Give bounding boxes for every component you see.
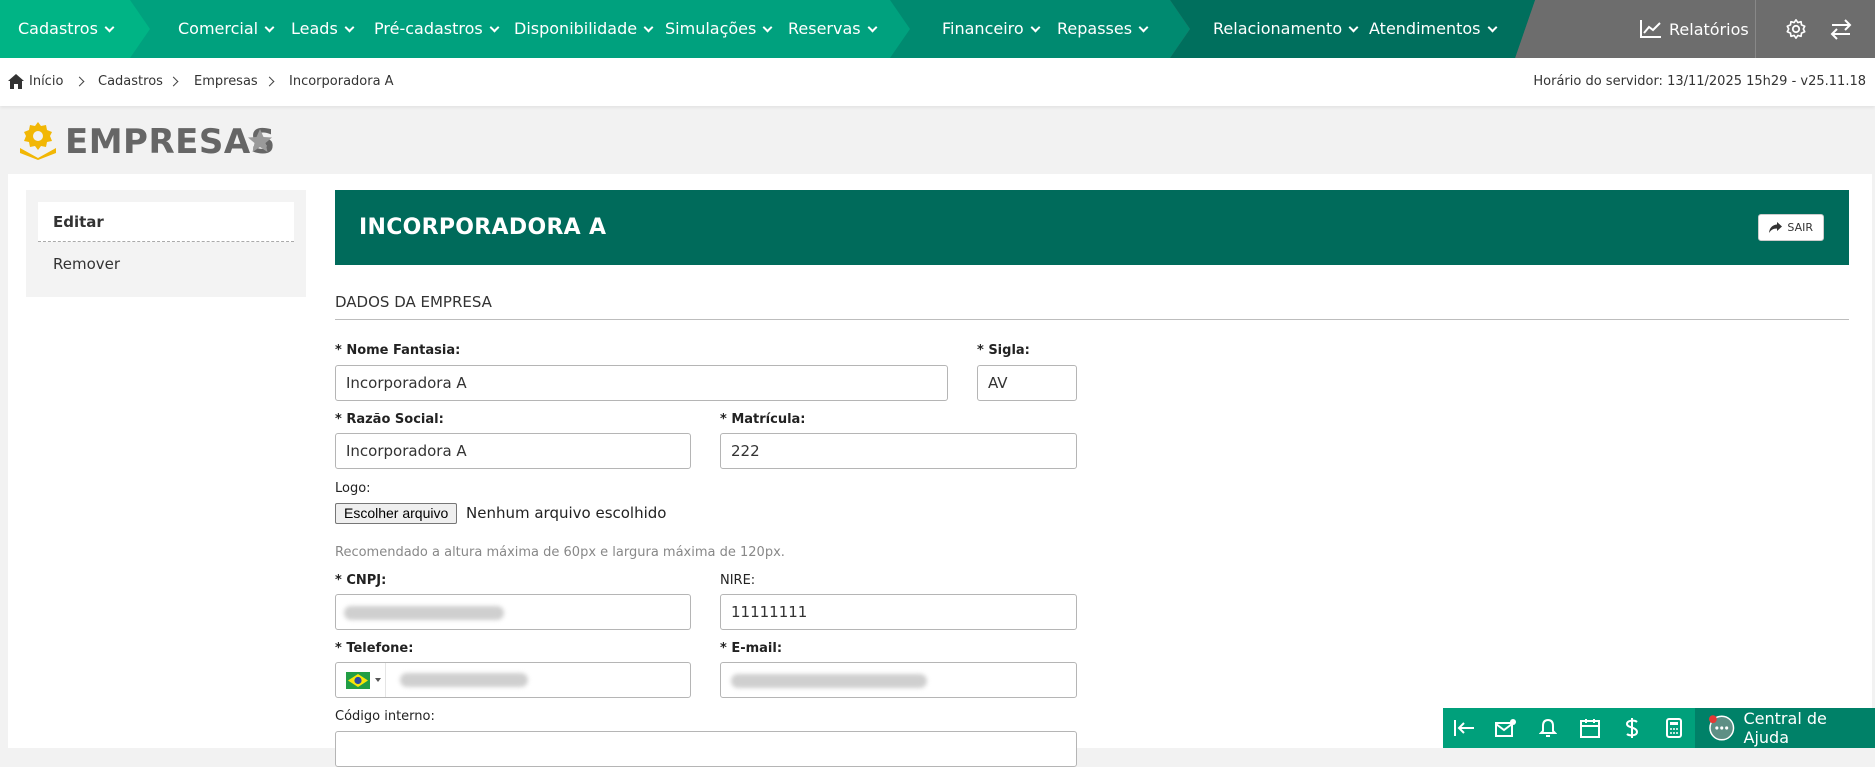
help-center-button[interactable]: Central de Ajuda: [1695, 708, 1875, 748]
switch-button[interactable]: [1830, 0, 1852, 58]
help-center-label: Central de Ajuda: [1744, 709, 1875, 747]
nav-cadastros[interactable]: Cadastros: [18, 0, 113, 58]
razao-social-label: * Razão Social:: [335, 412, 444, 427]
share-arrow-icon: [1769, 222, 1782, 233]
nav-simulacoes[interactable]: Simulações: [665, 0, 771, 58]
nav-background: [0, 0, 1875, 58]
settings-button[interactable]: [1785, 0, 1807, 58]
top-navigation: Cadastros Comercial Leads Pré-cadastros …: [0, 0, 1875, 58]
redacted-value: [344, 606, 504, 620]
telefone-label: * Telefone:: [335, 641, 413, 656]
dollar-icon: [1625, 717, 1639, 739]
nav-disponibilidade[interactable]: Disponibilidade: [514, 0, 652, 58]
notifications-button[interactable]: [1527, 708, 1569, 748]
chevron-right-icon: [169, 77, 179, 87]
collapse-left-icon: [1453, 719, 1475, 737]
nav-leads[interactable]: Leads: [291, 0, 353, 58]
redacted-value: [731, 674, 927, 688]
section-divider: [335, 319, 1849, 320]
email-input[interactable]: [720, 662, 1077, 698]
star-icon[interactable]: [247, 128, 273, 153]
logo-hint: Recomendado a altura máxima de 60px e la…: [335, 545, 785, 560]
email-label: * E-mail:: [720, 641, 782, 656]
sigla-input[interactable]: [977, 365, 1077, 401]
exit-button[interactable]: SAIR: [1758, 214, 1824, 241]
company-gear-icon: [18, 120, 58, 160]
chart-line-icon: [1640, 19, 1662, 39]
section-title: DADOS DA EMPRESA: [335, 293, 492, 311]
cnpj-input[interactable]: [335, 594, 691, 630]
logo-label: Logo:: [335, 481, 371, 496]
codigo-interno-input[interactable]: [335, 731, 1077, 767]
nav-comercial[interactable]: Comercial: [178, 0, 273, 58]
sidebar-item-editar[interactable]: Editar: [38, 202, 294, 242]
file-status: Nenhum arquivo escolhido: [466, 503, 666, 524]
matricula-label: * Matrícula:: [720, 412, 806, 427]
bell-icon: [1539, 718, 1557, 738]
breadcrumb-empresas[interactable]: Empresas: [194, 58, 258, 106]
calendar-icon: [1580, 718, 1600, 738]
server-time: Horário do servidor: 13/11/2025 15h29 - …: [1533, 58, 1866, 106]
nire-label: NIRE:: [720, 573, 755, 588]
financial-button[interactable]: [1611, 708, 1653, 748]
nav-atendimentos[interactable]: Atendimentos: [1369, 0, 1496, 58]
nav-divider: [1755, 0, 1756, 58]
home-icon[interactable]: [8, 74, 24, 89]
razao-social-input[interactable]: [335, 433, 691, 469]
sidebar: Editar Remover: [26, 190, 306, 297]
page-title: EMPRESAS: [65, 122, 276, 162]
collapse-left-button[interactable]: [1443, 708, 1485, 748]
mail-icon: [1495, 718, 1517, 738]
calendar-button[interactable]: [1569, 708, 1611, 748]
choose-file-button[interactable]: Escolher arquivo: [335, 503, 457, 524]
nav-financeiro[interactable]: Financeiro: [942, 0, 1039, 58]
record-title: INCORPORADORA A: [359, 190, 606, 265]
nire-input[interactable]: [720, 594, 1077, 630]
record-header: INCORPORADORA A SAIR: [335, 190, 1849, 265]
telefone-input[interactable]: [335, 662, 691, 698]
nav-relatorios-label: Relatórios: [1669, 20, 1749, 39]
nav-relatorios[interactable]: Relatórios: [1640, 0, 1749, 58]
gear-icon: [1785, 18, 1807, 40]
caret-down-icon: [375, 678, 381, 682]
matricula-input[interactable]: [720, 433, 1077, 469]
codigo-interno-label: Código interno:: [335, 709, 435, 724]
nav-repasses[interactable]: Repasses: [1057, 0, 1147, 58]
brazil-flag-icon: [346, 672, 370, 689]
redacted-value: [400, 673, 528, 687]
sidebar-item-remover[interactable]: Remover: [38, 244, 294, 284]
chevron-right-icon: [75, 77, 85, 87]
calculator-icon: [1666, 718, 1682, 738]
breadcrumb-cadastros[interactable]: Cadastros: [98, 58, 163, 106]
breadcrumb-inicio[interactable]: Início: [29, 58, 63, 106]
breadcrumb: Início Cadastros Empresas Incorporadora …: [0, 58, 1875, 106]
cnpj-label: * CNPJ:: [335, 573, 386, 588]
nome-fantasia-label: * Nome Fantasia:: [335, 343, 460, 358]
nome-fantasia-input[interactable]: [335, 365, 948, 401]
messages-button[interactable]: [1485, 708, 1527, 748]
arrows-exchange-icon: [1830, 18, 1852, 40]
sigla-label: * Sigla:: [977, 343, 1030, 358]
breadcrumb-current: Incorporadora A: [289, 58, 394, 106]
country-selector[interactable]: [336, 663, 386, 697]
exit-label: SAIR: [1787, 215, 1813, 240]
nav-reservas[interactable]: Reservas: [788, 0, 876, 58]
nav-relacionamento[interactable]: Relacionamento: [1213, 0, 1357, 58]
chat-help-icon: [1708, 714, 1736, 742]
nav-pre-cadastros[interactable]: Pré-cadastros: [374, 0, 498, 58]
chevron-right-icon: [265, 77, 275, 87]
calculator-button[interactable]: [1653, 708, 1695, 748]
